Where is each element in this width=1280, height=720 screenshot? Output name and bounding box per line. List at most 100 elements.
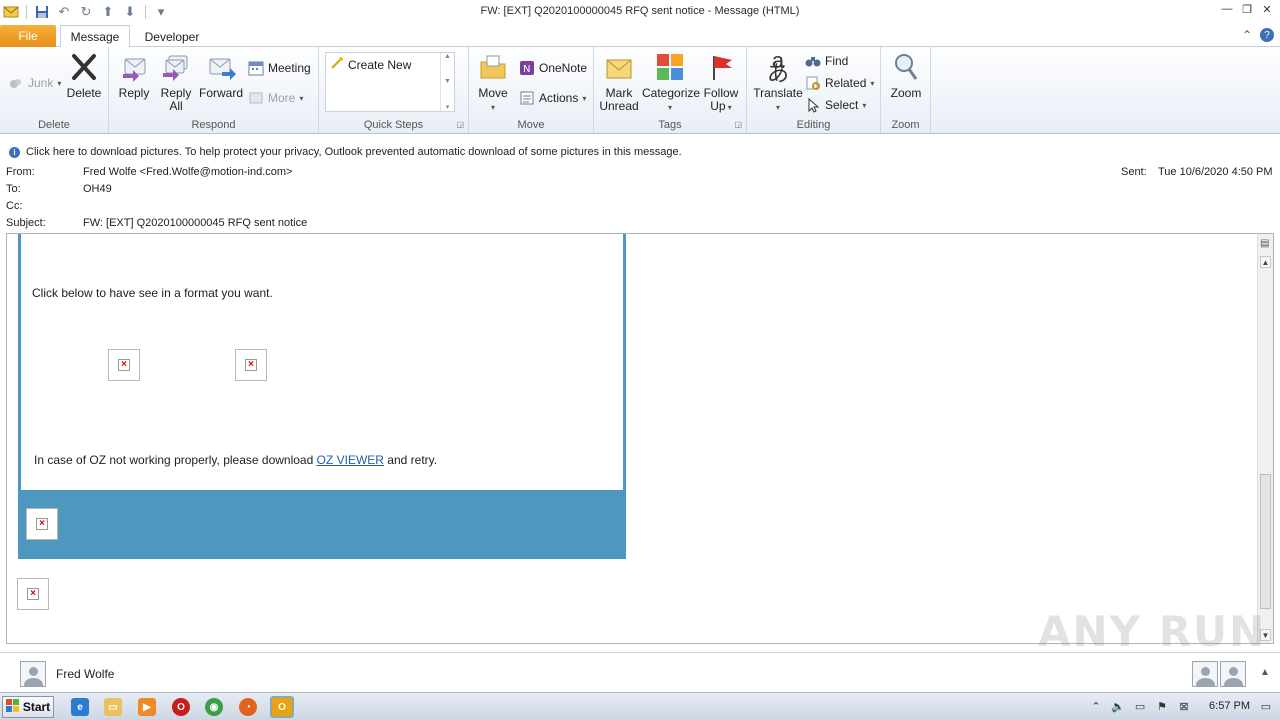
action-center-flag-icon[interactable]: ⚑ (1155, 699, 1169, 713)
translate-button[interactable]: aあ Translate ▾ (751, 48, 805, 114)
to-value[interactable]: OH49 (83, 183, 112, 195)
related-button[interactable]: Related ▾ (805, 74, 874, 92)
categorize-button[interactable]: Categorize ▾ (642, 51, 700, 114)
customize-qat-icon[interactable]: ▾ (152, 3, 170, 21)
reply-button[interactable]: Reply (115, 51, 153, 100)
onenote-button[interactable]: N OneNote (519, 59, 587, 77)
window-title: FW: [EXT] Q2020100000045 RFQ sent notice… (480, 5, 800, 17)
create-new-quick-step[interactable]: Create New (326, 53, 454, 76)
save-icon[interactable] (33, 3, 51, 21)
opera-icon[interactable]: O (172, 698, 190, 716)
restore-icon[interactable]: ❐ (1240, 2, 1254, 16)
ribbon-tabs: File Message Developer ⌃ ? (0, 24, 1280, 48)
body-line-format: Click below to have see in a format you … (32, 286, 273, 300)
meeting-button[interactable]: Meeting (248, 59, 311, 77)
tags-launcher-icon[interactable]: ◲ (734, 120, 742, 129)
people-pane: Fred Wolfe ▲ (0, 652, 1280, 692)
system-tray: ⌃ 🔈 ▭ ⚑ ⊠ 6:57 PM ▭ (1089, 699, 1274, 713)
outlook-taskbar-icon[interactable]: O (270, 696, 294, 718)
volume-icon[interactable]: 🔈 (1111, 699, 1125, 713)
to-label: To: (6, 183, 21, 195)
previous-item-icon[interactable]: ⬆ (99, 3, 117, 21)
actions-button[interactable]: Actions ▾ (519, 89, 586, 107)
oz-viewer-link[interactable]: OZ VIEWER (317, 453, 384, 467)
vertical-scrollbar[interactable]: ▤ ▲ ▼ (1257, 234, 1273, 643)
categorize-icon (654, 51, 686, 83)
scroll-up-arrow[interactable]: ▲ (1260, 256, 1271, 268)
title-bar: ↶ ↻ ⬆ ⬇ ▾ FW: [EXT] Q2020100000045 RFQ s… (0, 0, 1280, 24)
show-desktop-icon[interactable]: ▭ (1258, 699, 1274, 713)
broken-image-icon: × (27, 588, 39, 600)
close-icon[interactable]: ✕ (1260, 2, 1274, 16)
quick-steps-gallery: Create New ▲ ▼ ▾ (325, 52, 455, 112)
delete-group: Junk ▾ Delete Delete (0, 47, 109, 133)
tags-group-label: Tags (658, 119, 682, 131)
scrollbar-top-icon[interactable]: ▤ (1260, 238, 1269, 249)
tab-developer[interactable]: Developer (136, 25, 208, 48)
quick-steps-scroll[interactable]: ▲ ▼ ▾ (440, 53, 454, 111)
broken-image-signature[interactable]: × (17, 578, 49, 610)
gallery-expand-icon[interactable]: ▾ (446, 103, 450, 111)
junk-button[interactable]: Junk ▾ (8, 74, 61, 92)
minimize-ribbon-icon[interactable]: ⌃ (1242, 28, 1252, 42)
reply-all-icon (160, 51, 192, 83)
select-button[interactable]: Select ▾ (805, 96, 866, 114)
ie-icon[interactable]: e (71, 698, 89, 716)
windows-logo-icon (5, 698, 20, 716)
reply-all-button[interactable]: Reply All (157, 51, 195, 113)
move-group: Move ▾ N OneNote Actions ▾ Move (469, 47, 594, 133)
subject-value: FW: [EXT] Q2020100000045 RFQ sent notice (83, 217, 308, 229)
move-folder-icon (477, 51, 509, 83)
translate-icon: aあ (766, 48, 789, 86)
respond-group-label: Respond (191, 119, 236, 131)
expand-people-pane-icon[interactable]: ▲ (1260, 667, 1270, 678)
explorer-folder-icon[interactable]: ▭ (104, 698, 122, 716)
people-avatar-1[interactable] (1192, 661, 1218, 687)
chrome-icon[interactable]: ◉ (205, 698, 223, 716)
zoom-group-label: Zoom (891, 119, 920, 131)
zoom-button[interactable]: Zoom (887, 51, 925, 100)
minimize-icon[interactable]: — (1220, 2, 1234, 16)
next-item-icon[interactable]: ⬇ (121, 3, 139, 21)
broken-image-1[interactable]: × (108, 349, 140, 381)
help-icon[interactable]: ? (1260, 28, 1274, 42)
tab-file[interactable]: File (0, 25, 56, 47)
find-button[interactable]: Find (805, 52, 848, 70)
watermark: ANY RUN (1038, 607, 1267, 656)
quick-access-toolbar: ↶ ↻ ⬆ ⬇ ▾ (0, 3, 170, 21)
quick-steps-label: Quick Steps (363, 119, 424, 131)
security-icon[interactable]: ⊠ (1177, 699, 1191, 713)
follow-up-button[interactable]: Follow Up ▾ (701, 51, 741, 114)
quick-steps-launcher-icon[interactable]: ◲ (456, 120, 464, 129)
broken-image-2[interactable]: × (235, 349, 267, 381)
sender-avatar[interactable] (20, 661, 46, 687)
message-body: Click below to have see in a format you … (6, 233, 1274, 644)
more-button[interactable]: More ▾ (248, 89, 303, 107)
tray-expand-icon[interactable]: ⌃ (1089, 699, 1103, 713)
scroll-down-icon[interactable]: ▼ (444, 78, 451, 85)
mark-unread-button[interactable]: Mark Unread (598, 51, 640, 113)
tab-message[interactable]: Message (60, 25, 130, 48)
delete-button[interactable]: Delete (64, 51, 104, 100)
clock[interactable]: 6:57 PM (1209, 700, 1250, 712)
outlook-envelope-icon[interactable] (2, 3, 20, 21)
related-icon (805, 75, 821, 91)
svg-text:N: N (523, 64, 530, 75)
start-button[interactable]: Start (2, 696, 54, 718)
respond-group: Reply Reply All Forward Meeting More ▾ R… (109, 47, 319, 133)
from-value[interactable]: Fred Wolfe <Fred.Wolfe@motion-ind.com> (83, 166, 292, 178)
forward-button[interactable]: Forward (199, 51, 243, 100)
junk-icon (8, 75, 24, 91)
scroll-up-icon[interactable]: ▲ (444, 53, 451, 60)
people-pane-name[interactable]: Fred Wolfe (56, 667, 114, 681)
people-avatar-2[interactable] (1220, 661, 1246, 687)
redo-icon[interactable]: ↻ (77, 3, 95, 21)
scroll-thumb[interactable] (1260, 474, 1271, 609)
network-icon[interactable]: ▭ (1133, 699, 1147, 713)
undo-icon[interactable]: ↶ (55, 3, 73, 21)
move-button[interactable]: Move ▾ (475, 51, 511, 114)
media-player-icon[interactable]: ▶ (138, 698, 156, 716)
download-pictures-infobar[interactable]: i Click here to download pictures. To he… (0, 143, 1280, 161)
firefox-icon[interactable]: ◔ (239, 698, 257, 716)
broken-image-footer[interactable]: × (26, 508, 58, 540)
